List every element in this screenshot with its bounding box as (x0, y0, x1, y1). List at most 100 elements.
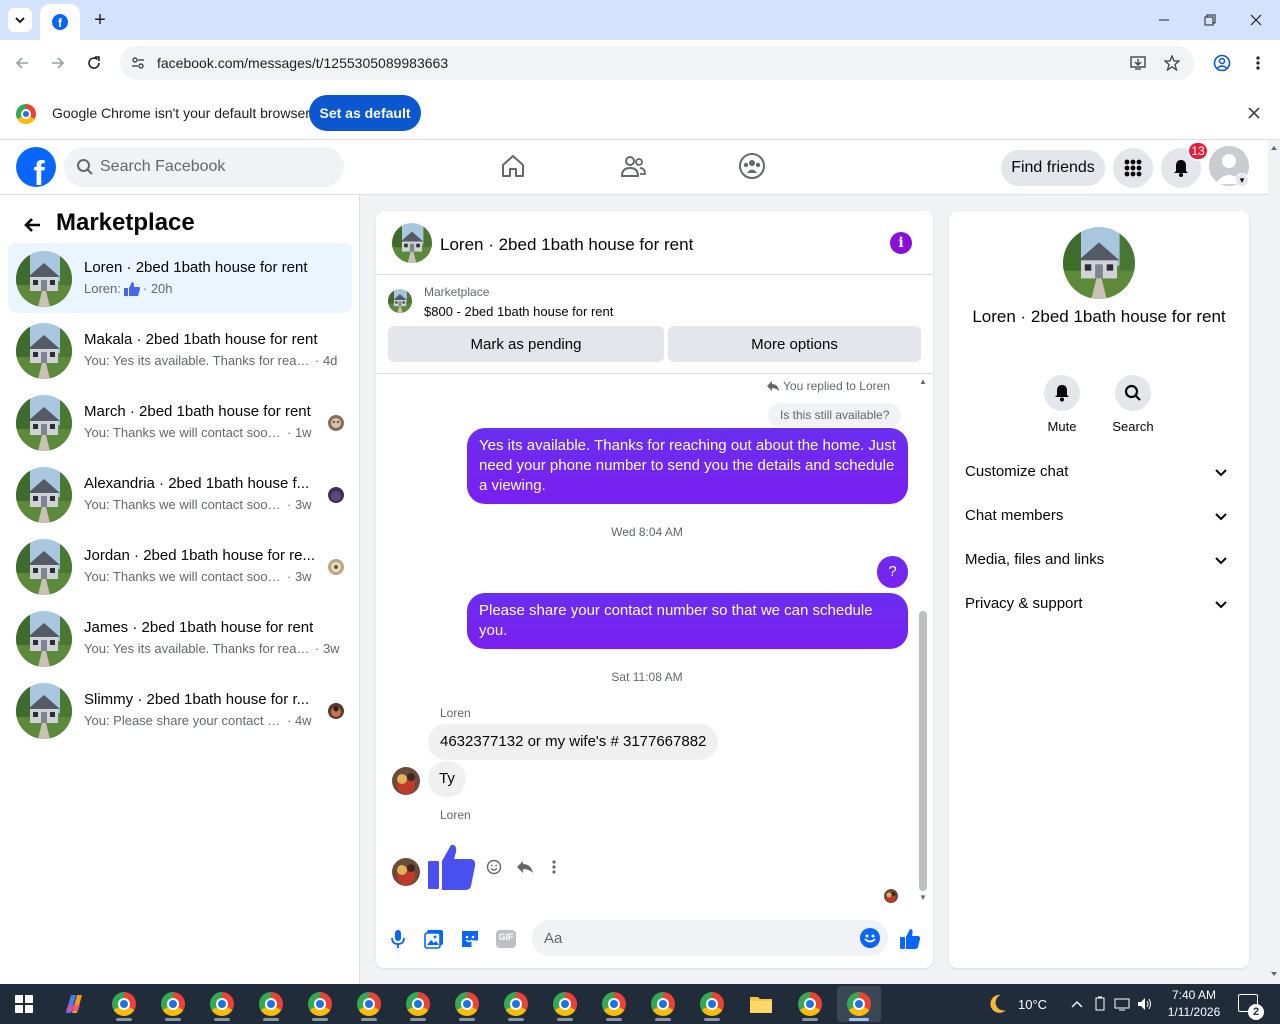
thumbs-up-sticker-icon[interactable] (426, 843, 478, 891)
restore-button[interactable] (1187, 0, 1233, 40)
scroll-thumb[interactable] (919, 611, 927, 891)
message-input[interactable]: Aa (532, 920, 888, 956)
page-scrollbar[interactable] (1268, 140, 1280, 984)
chat-thumbnail[interactable] (392, 223, 432, 263)
conversation-row[interactable]: Loren · 2bed 1bath house for rent Loren:… (8, 243, 352, 313)
mark-as-pending-button[interactable]: Mark as pending (388, 326, 664, 362)
taskbar-chrome-6[interactable] (347, 986, 391, 1022)
taskbar-chrome-8[interactable] (445, 986, 489, 1022)
chrome-icon (406, 992, 430, 1016)
incoming-message[interactable]: Ty (428, 761, 466, 797)
customize-chat-section[interactable]: Customize chat (957, 451, 1241, 495)
reload-button[interactable] (81, 50, 107, 76)
reply-icon[interactable] (516, 859, 534, 875)
more-options-button[interactable]: More options (668, 326, 921, 362)
taskbar-chrome-7[interactable] (396, 986, 440, 1022)
chat-members-section[interactable]: Chat members (957, 495, 1241, 539)
quoted-message[interactable]: Is this still available? (768, 403, 902, 427)
file-explorer-button[interactable] (739, 986, 783, 1022)
conversation-row[interactable]: Slimmy · 2bed 1bath house for r... You: … (8, 675, 352, 745)
bell-icon (1055, 385, 1069, 402)
taskbar-chrome-9[interactable] (494, 986, 538, 1022)
start-button[interactable] (2, 986, 46, 1022)
back-arrow-button[interactable] (20, 213, 44, 237)
system-tray[interactable] (1070, 984, 1152, 1024)
sender-avatar[interactable] (392, 767, 420, 795)
listing-photo[interactable] (1063, 227, 1135, 299)
more-vertical-icon (1256, 56, 1260, 70)
account-caret-icon[interactable]: ▾ (1235, 173, 1249, 187)
infobar-close-button[interactable] (1244, 103, 1264, 123)
new-tab-button[interactable]: + (88, 8, 112, 32)
outgoing-message[interactable]: Yes its available. Thanks for reaching o… (467, 428, 908, 504)
search-in-conversation-button[interactable]: Search (1103, 375, 1163, 434)
back-button[interactable] (9, 50, 35, 76)
chrome-menu-button[interactable] (1245, 50, 1271, 76)
taskbar-chrome-active[interactable] (837, 986, 881, 1022)
taskbar-chrome-13[interactable] (690, 986, 734, 1022)
menu-button[interactable] (1113, 148, 1153, 188)
taskbar-chrome-12[interactable] (641, 986, 685, 1022)
groups-icon[interactable] (738, 152, 766, 180)
gif-button[interactable]: GIF (495, 928, 517, 950)
set-as-default-button[interactable]: Set as default (309, 95, 421, 131)
address-bar[interactable]: facebook.com/messages/t/1255305089983663 (120, 46, 1194, 80)
chat-scrollbar[interactable]: ▲ ▼ (917, 375, 929, 905)
facebook-search-input[interactable]: Search Facebook (64, 147, 344, 187)
media-files-links-section[interactable]: Media, files and links (957, 539, 1241, 583)
conversation-row[interactable]: Alexandria · 2bed 1bath house f... You: … (8, 459, 352, 529)
info-icon[interactable]: i (890, 232, 912, 254)
outgoing-message[interactable]: ? (877, 556, 908, 588)
taskbar-chrome-4[interactable] (249, 986, 293, 1022)
conversation-row[interactable]: Makala · 2bed 1bath house for rent You: … (8, 315, 352, 385)
home-icon[interactable] (499, 152, 527, 180)
minimize-button[interactable] (1141, 0, 1187, 40)
thumbs-up-icon (123, 282, 140, 296)
browser-tab-facebook[interactable]: f (40, 4, 80, 40)
conversation-name: James · 2bed 1bath house for rent (84, 619, 314, 636)
privacy-support-section[interactable]: Privacy & support (957, 583, 1241, 627)
attach-photo-button[interactable] (423, 928, 445, 950)
send-like-button[interactable] (899, 928, 921, 950)
taskbar-chrome-10[interactable] (543, 986, 587, 1022)
install-app-icon[interactable] (1129, 53, 1149, 73)
react-emoji-icon[interactable] (486, 859, 502, 875)
more-vertical-icon[interactable] (552, 860, 556, 874)
forward-button[interactable] (45, 50, 71, 76)
mute-button[interactable]: Mute (1032, 375, 1092, 434)
sender-avatar[interactable] (392, 858, 420, 886)
bookmark-star-icon[interactable] (1162, 53, 1182, 73)
scroll-up-icon[interactable]: ▲ (919, 377, 927, 386)
find-friends-button[interactable]: Find friends (1001, 150, 1105, 186)
conversation-row[interactable]: Jordan · 2bed 1bath house for re... You:… (8, 531, 352, 601)
weather-widget[interactable]: 10°C (986, 984, 1047, 1024)
scroll-down-icon[interactable]: ▼ (919, 893, 927, 902)
conversation-row[interactable]: March · 2bed 1bath house for rent You: T… (8, 387, 352, 457)
taskbar-chrome-5[interactable] (298, 986, 342, 1022)
facebook-logo[interactable]: f (16, 147, 56, 187)
minimize-icon (1159, 19, 1169, 21)
message-list: You replied to Loren Is this still avail… (376, 375, 933, 907)
tab-search-button[interactable] (8, 8, 32, 32)
site-info-icon[interactable] (128, 53, 148, 73)
chrome-icon (161, 992, 185, 1016)
taskbar-chrome-11[interactable] (592, 986, 636, 1022)
moon-icon (990, 994, 1006, 1013)
taskbar-chrome-3[interactable] (200, 986, 244, 1022)
conversation-row[interactable]: James · 2bed 1bath house for rent You: Y… (8, 603, 352, 673)
close-window-button[interactable] (1233, 0, 1279, 40)
emoji-icon[interactable] (860, 928, 880, 948)
friends-icon[interactable] (619, 152, 647, 180)
incoming-message[interactable]: 4632377132 or my wife's # 3177667882 (428, 724, 719, 760)
copilot-button[interactable] (52, 986, 96, 1022)
taskbar-chrome-2[interactable] (151, 986, 195, 1022)
voice-clip-button[interactable] (387, 928, 409, 950)
taskbar-chrome-14[interactable] (788, 986, 832, 1022)
taskbar-chrome-1[interactable] (102, 986, 146, 1022)
clock[interactable]: 7:40 AM 1/11/2026 (1166, 987, 1222, 1021)
chat-title[interactable]: Loren · 2bed 1bath house for rent (440, 235, 693, 255)
listing-title[interactable]: $800 - 2bed 1bath house for rent (424, 304, 613, 319)
profile-button[interactable] (1209, 50, 1235, 76)
outgoing-message[interactable]: Please share your contact number so that… (467, 593, 908, 649)
sticker-button[interactable] (459, 928, 481, 950)
